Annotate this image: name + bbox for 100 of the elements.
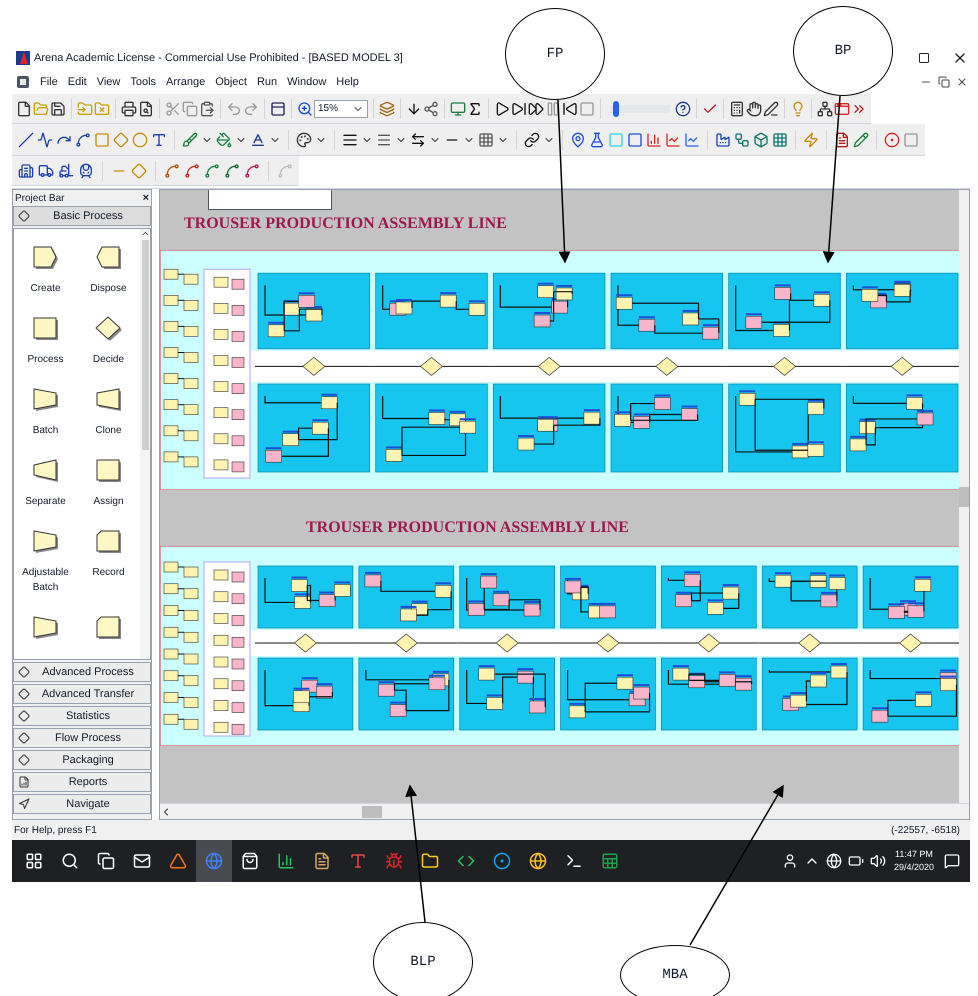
panel-header[interactable]: Reports: [13, 772, 151, 792]
scrollbar[interactable]: [140, 229, 150, 659]
route-icon[interactable]: [224, 162, 240, 178]
notched-square-icon[interactable]: [94, 245, 122, 271]
workflow-icon[interactable]: [734, 132, 750, 148]
panel-header[interactable]: Statistics: [13, 706, 151, 726]
pause-icon[interactable]: [545, 100, 561, 116]
line-style-icon[interactable]: [376, 132, 392, 148]
line-icon[interactable]: [18, 132, 34, 148]
line-chart-icon[interactable]: [665, 132, 681, 148]
paste-icon[interactable]: [199, 100, 215, 116]
menu-item[interactable]: Help: [336, 74, 359, 90]
cone-icon[interactable]: [169, 852, 187, 870]
bar-chart-icon[interactable]: [646, 132, 662, 148]
printer-icon[interactable]: [121, 100, 137, 116]
maximize-icon[interactable]: [918, 52, 930, 64]
curve-icon[interactable]: [75, 132, 91, 148]
panel-header[interactable]: Flow Process: [13, 728, 151, 748]
search-icon[interactable]: [61, 852, 79, 870]
factory-icon[interactable]: [715, 132, 731, 148]
skip-back-icon[interactable]: [562, 100, 578, 116]
menu-item[interactable]: Tools: [130, 74, 156, 90]
palette-icon[interactable]: [296, 132, 312, 148]
windows-icon[interactable]: [25, 852, 43, 870]
menu-item[interactable]: Run: [256, 74, 278, 90]
bug-icon[interactable]: [385, 852, 403, 870]
monitor-icon[interactable]: [450, 100, 466, 116]
slider-thumb[interactable]: [612, 100, 619, 116]
menu-item[interactable]: File: [40, 74, 58, 90]
menu-item[interactable]: View: [96, 74, 120, 90]
lightning-icon[interactable]: [803, 132, 819, 148]
box-icon[interactable]: [753, 132, 769, 148]
square-icon[interactable]: [32, 316, 60, 342]
text-color-icon[interactable]: [250, 132, 266, 148]
trapezoid-icon[interactable]: [32, 529, 60, 555]
notification-icon[interactable]: [944, 853, 960, 869]
trapezoid-icon[interactable]: [32, 615, 60, 641]
close-icon[interactable]: [956, 76, 968, 88]
zoom-icon[interactable]: [297, 100, 313, 116]
play-icon[interactable]: [494, 100, 510, 116]
polygon-icon[interactable]: [113, 132, 129, 148]
scrollbar[interactable]: [959, 190, 969, 803]
folder-icon[interactable]: [421, 852, 439, 870]
rectangle-icon[interactable]: [627, 132, 643, 148]
pencil-icon[interactable]: [853, 132, 869, 148]
panel-header[interactable]: Basic Process: [13, 206, 151, 226]
plot-icon[interactable]: [684, 132, 700, 148]
restore-icon[interactable]: [938, 76, 950, 88]
trapezoid-icon[interactable]: [94, 387, 122, 413]
help-icon[interactable]: [675, 100, 691, 116]
spreadsheet-icon[interactable]: [601, 852, 619, 870]
link-icon[interactable]: [524, 132, 540, 148]
panel-header[interactable]: Packaging: [13, 750, 151, 770]
fill-color-icon[interactable]: [216, 132, 232, 148]
square-icon[interactable]: [94, 458, 122, 484]
diamond-icon[interactable]: [94, 316, 122, 342]
clock-date[interactable]: 29/4/2020: [894, 861, 934, 874]
trapezoid-icon[interactable]: [32, 387, 60, 413]
step-icon[interactable]: [511, 100, 527, 116]
network-icon[interactable]: [817, 100, 833, 116]
vehicle-icon[interactable]: [78, 162, 94, 178]
print-preview-icon[interactable]: [138, 100, 154, 116]
save-icon[interactable]: [50, 100, 66, 116]
volume-icon[interactable]: [870, 853, 886, 869]
menu-item[interactable]: Window: [287, 74, 326, 90]
grid-icon[interactable]: [478, 132, 494, 148]
truck-icon[interactable]: [38, 162, 54, 178]
arrow-style-icon[interactable]: [410, 132, 426, 148]
pentagon-icon[interactable]: [32, 245, 60, 271]
hand-icon[interactable]: [746, 100, 762, 116]
scroll-up-icon[interactable]: [140, 229, 150, 238]
panel-header[interactable]: Advanced Transfer: [13, 684, 151, 704]
file-icon[interactable]: [16, 100, 32, 116]
record-icon[interactable]: [884, 132, 900, 148]
network-icon[interactable]: [826, 853, 842, 869]
intersection-icon[interactable]: [131, 162, 147, 178]
connector-icon[interactable]: [423, 100, 439, 116]
clock-time[interactable]: 11:47 PM: [895, 848, 933, 861]
circle-icon[interactable]: [493, 852, 511, 870]
line-width-icon[interactable]: [342, 132, 358, 148]
panel-header[interactable]: Navigate: [13, 794, 151, 814]
cut-corner-square-icon[interactable]: [94, 529, 122, 555]
task-view-icon[interactable]: [97, 852, 115, 870]
route-icon[interactable]: [164, 162, 180, 178]
menu-item[interactable]: Object: [215, 74, 247, 90]
scroll-thumb[interactable]: [142, 240, 148, 450]
document-icon[interactable]: [16, 75, 30, 89]
scroll-thumb[interactable]: [362, 806, 382, 818]
menu-item[interactable]: Edit: [68, 74, 87, 90]
pin-icon[interactable]: [570, 132, 586, 148]
menu-item[interactable]: Arrange: [166, 74, 206, 90]
forklift-icon[interactable]: [58, 162, 74, 178]
globe-icon[interactable]: [529, 852, 547, 870]
document-icon[interactable]: [313, 852, 331, 870]
scroll-thumb[interactable]: [959, 486, 969, 506]
trapezoid-icon[interactable]: [32, 458, 60, 484]
station-icon[interactable]: [18, 162, 34, 178]
document-icon[interactable]: [834, 132, 850, 148]
mail-icon[interactable]: [133, 852, 151, 870]
store-icon[interactable]: [241, 852, 259, 870]
